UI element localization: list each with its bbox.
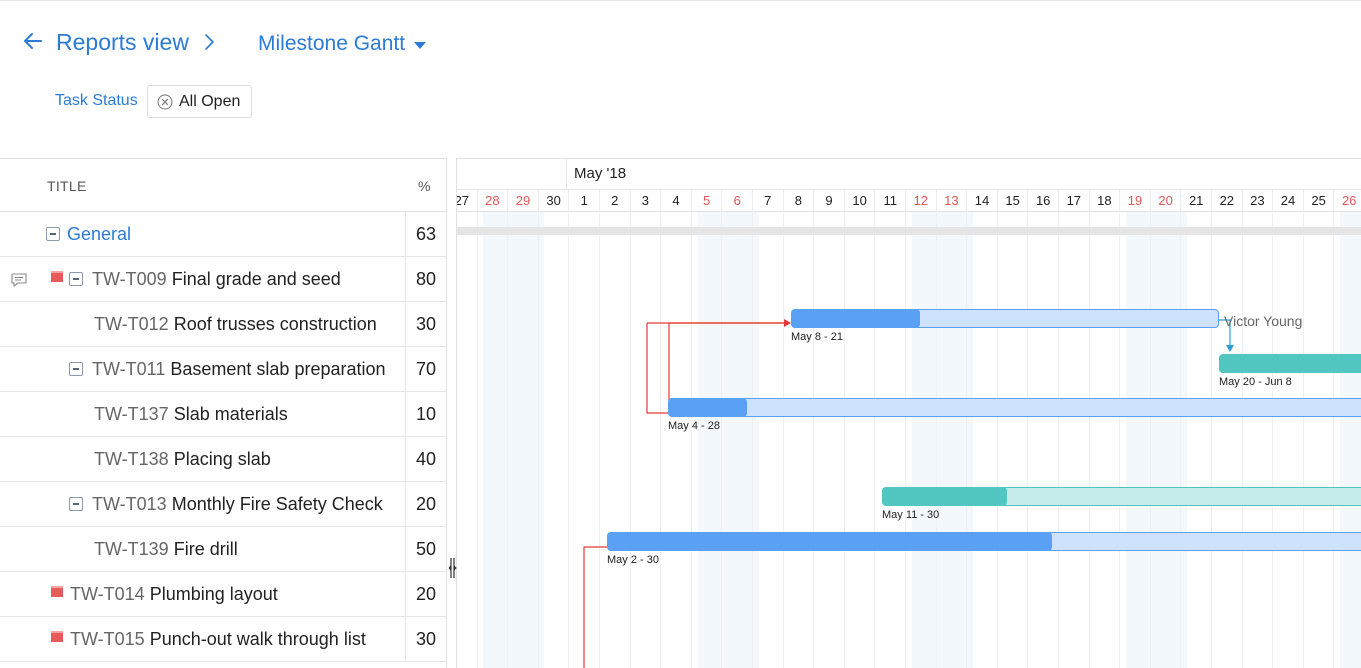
gantt-bar[interactable] bbox=[1219, 354, 1361, 373]
task-name[interactable]: Slab materials bbox=[174, 404, 288, 424]
filter-chip[interactable]: All Open bbox=[147, 85, 252, 118]
arrow-left-icon[interactable] bbox=[22, 30, 44, 52]
percent-cell: 10 bbox=[405, 392, 446, 436]
gantt-chart: May '18 27282930123456789101112131415161… bbox=[457, 158, 1361, 668]
gantt-bar-progress bbox=[608, 532, 1052, 551]
task-id[interactable]: TW-T139 bbox=[94, 539, 169, 559]
percent-cell: 50 bbox=[405, 527, 446, 571]
collapse-icon[interactable] bbox=[46, 227, 60, 241]
task-id[interactable]: TW-T012 bbox=[94, 314, 169, 334]
comment-icon[interactable] bbox=[10, 272, 28, 288]
collapse-icon[interactable] bbox=[69, 272, 83, 286]
task-id[interactable]: TW-T011 bbox=[92, 359, 165, 379]
view-selector[interactable]: Milestone Gantt bbox=[258, 32, 405, 56]
table-row[interactable]: TW-T138 Placing slab 40 bbox=[0, 437, 446, 482]
percent-cell: 30 bbox=[405, 302, 446, 346]
gantt-bar-progress bbox=[1220, 354, 1361, 373]
percent-cell: 70 bbox=[405, 347, 446, 391]
column-title-header[interactable]: TITLE bbox=[47, 178, 87, 194]
table-row[interactable]: TW-T012 Roof trusses construction 30 bbox=[0, 302, 446, 347]
table-row[interactable]: General 63 bbox=[0, 212, 446, 257]
clear-circle-icon[interactable] bbox=[157, 94, 173, 110]
task-id[interactable]: TW-T014 bbox=[70, 584, 145, 604]
gantt-bar[interactable] bbox=[882, 487, 1361, 506]
table-row[interactable]: TW-T015 Punch-out walk through list 30 bbox=[0, 617, 446, 662]
gantt-bar[interactable] bbox=[791, 309, 1219, 328]
percent-cell: 80 bbox=[405, 257, 446, 301]
gantt-bar-progress bbox=[792, 309, 920, 328]
bar-date-label: May 11 - 30 bbox=[882, 509, 940, 521]
group-name[interactable]: General bbox=[67, 224, 131, 244]
task-id[interactable]: TW-T015 bbox=[70, 629, 145, 649]
collapse-icon[interactable] bbox=[69, 362, 83, 376]
task-id[interactable]: TW-T013 bbox=[92, 494, 167, 514]
task-name[interactable]: Punch-out walk through list bbox=[150, 629, 366, 649]
task-name[interactable]: Plumbing layout bbox=[150, 584, 278, 604]
task-name[interactable]: Monthly Fire Safety Check bbox=[172, 494, 383, 514]
column-percent-header[interactable]: % bbox=[418, 178, 430, 194]
task-name[interactable]: Placing slab bbox=[174, 449, 271, 469]
bar-date-label: May 2 - 30 bbox=[607, 554, 659, 566]
task-name[interactable]: Basement slab preparation bbox=[170, 359, 385, 379]
priority-flag-icon bbox=[51, 586, 63, 597]
gantt-bar-progress bbox=[883, 487, 1007, 506]
table-row[interactable]: TW-T013 Monthly Fire Safety Check 20 bbox=[0, 482, 446, 527]
percent-cell: 30 bbox=[405, 617, 446, 661]
bar-date-label: May 4 - 28 bbox=[668, 420, 720, 432]
task-grid: TITLE % General 63 TW-T009 Final grade a… bbox=[0, 158, 446, 668]
priority-flag-icon bbox=[51, 271, 63, 282]
gantt-bar-progress bbox=[669, 398, 747, 417]
priority-flag-icon bbox=[51, 631, 63, 642]
filter-chip-label: All Open bbox=[179, 93, 241, 110]
table-row[interactable]: TW-T009 Final grade and seed 80 bbox=[0, 257, 446, 302]
task-id[interactable]: TW-T009 bbox=[92, 269, 167, 289]
table-row[interactable]: TW-T014 Plumbing layout 20 bbox=[0, 572, 446, 617]
gantt-bar[interactable] bbox=[607, 532, 1361, 551]
bar-date-label: May 8 - 21 bbox=[791, 331, 843, 343]
filter-label[interactable]: Task Status bbox=[55, 92, 138, 110]
breadcrumb-reports-view[interactable]: Reports view bbox=[56, 29, 189, 56]
percent-cell: 20 bbox=[405, 572, 446, 616]
assignee-label: Victor Young bbox=[1224, 313, 1303, 329]
bar-date-label: May 20 - Jun 8 bbox=[1219, 376, 1292, 388]
percent-cell: 40 bbox=[405, 437, 446, 481]
task-name[interactable]: Roof trusses construction bbox=[174, 314, 377, 334]
table-row[interactable]: TW-T139 Fire drill 50 bbox=[0, 527, 446, 572]
grid-header: TITLE % bbox=[0, 159, 446, 212]
pane-splitter[interactable] bbox=[446, 158, 457, 668]
resize-handle-icon[interactable] bbox=[448, 556, 457, 580]
table-row[interactable]: TW-T137 Slab materials 10 bbox=[0, 392, 446, 437]
percent-cell: 20 bbox=[405, 482, 446, 526]
chevron-right-icon bbox=[205, 34, 214, 50]
task-id[interactable]: TW-T138 bbox=[94, 449, 169, 469]
report-header: Reports view Milestone Gantt Task Status… bbox=[0, 0, 1361, 158]
percent-cell: 63 bbox=[405, 212, 446, 256]
task-id[interactable]: TW-T137 bbox=[94, 404, 169, 424]
collapse-icon[interactable] bbox=[69, 497, 83, 511]
table-row[interactable]: TW-T011 Basement slab preparation 70 bbox=[0, 347, 446, 392]
gantt-bar[interactable] bbox=[668, 398, 1361, 417]
task-name[interactable]: Final grade and seed bbox=[172, 269, 341, 289]
caret-down-icon[interactable] bbox=[414, 42, 426, 49]
task-name[interactable]: Fire drill bbox=[174, 539, 238, 559]
